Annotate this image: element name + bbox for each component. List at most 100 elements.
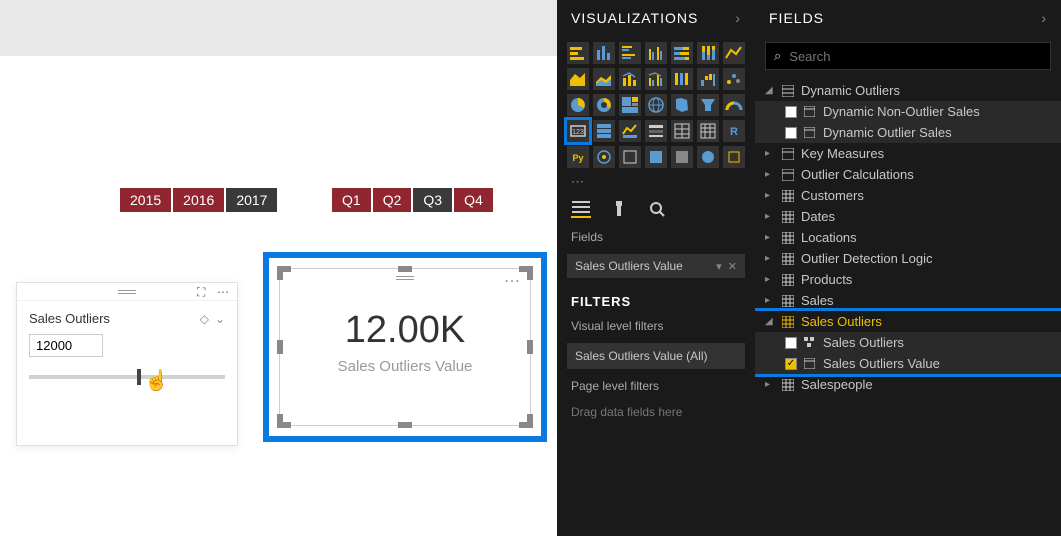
field-label: Sales Outliers Value — [823, 356, 940, 371]
table-grid-icon — [781, 315, 795, 329]
chevron-down-icon[interactable]: ⌄ — [215, 312, 225, 326]
table-salespeople[interactable]: ▸ Salespeople — [755, 374, 1061, 395]
stacked-area-icon[interactable] — [593, 68, 615, 90]
more-options-icon[interactable]: ⋯ — [504, 271, 522, 291]
caret-right-icon: ▸ — [765, 169, 775, 180]
focus-mode-icon[interactable]: ⛶ — [197, 285, 211, 297]
caret-down-icon: ◢ — [765, 316, 775, 327]
table-sales[interactable]: ▸ Sales — [755, 290, 1061, 311]
field-well-item[interactable]: Sales Outliers Value ▾ ✕ — [567, 254, 745, 278]
slider-thumb[interactable] — [137, 369, 141, 385]
pie-chart-icon[interactable] — [567, 94, 589, 116]
quarter-slicer: Q1 Q2 Q3 Q4 — [332, 188, 493, 212]
field-dynamic-non-outlier-sales[interactable]: Dynamic Non-Outlier Sales — [755, 101, 1061, 122]
fields-search[interactable]: ⌕ — [765, 42, 1051, 70]
table-outlier-detection-logic[interactable]: ▸ Outlier Detection Logic — [755, 248, 1061, 269]
year-btn-2016[interactable]: 2016 — [173, 188, 224, 212]
slicer-icon[interactable] — [645, 120, 667, 142]
area-chart-icon[interactable] — [567, 68, 589, 90]
chevron-down-icon[interactable]: ▾ — [716, 260, 722, 273]
chevron-right-icon[interactable]: › — [1041, 10, 1047, 26]
custom-visual-5-icon[interactable] — [723, 146, 745, 168]
checkbox[interactable] — [785, 106, 797, 118]
slicer-visual[interactable]: ⛶ ⋯ Sales Outliers ◇ ⌄ — [16, 282, 238, 446]
custom-visual-1-icon[interactable] — [619, 146, 641, 168]
year-btn-2015[interactable]: 2015 — [120, 188, 171, 212]
search-input[interactable] — [789, 49, 1042, 64]
eraser-icon[interactable]: ◇ — [200, 312, 209, 326]
table-label: Dates — [801, 209, 835, 224]
format-tab[interactable] — [609, 200, 629, 218]
line-stacked-icon[interactable] — [619, 68, 641, 90]
slicer-slider[interactable] — [29, 375, 225, 379]
search-icon: ⌕ — [774, 48, 781, 64]
q-btn-q4[interactable]: Q4 — [454, 188, 493, 212]
table-products[interactable]: ▸ Products — [755, 269, 1061, 290]
year-btn-2017[interactable]: 2017 — [226, 188, 277, 212]
table-dates[interactable]: ▸ Dates — [755, 206, 1061, 227]
table-locations[interactable]: ▸ Locations — [755, 227, 1061, 248]
caret-right-icon: ▸ — [765, 274, 775, 285]
gauge-icon[interactable] — [723, 94, 745, 116]
table-key-measures[interactable]: ▸ Key Measures — [755, 143, 1061, 164]
table-customers[interactable]: ▸ Customers — [755, 185, 1061, 206]
report-canvas[interactable]: 2015 2016 2017 Q1 Q2 Q3 Q4 ⛶ ⋯ Sales Out… — [0, 0, 557, 536]
kpi-icon[interactable] — [619, 120, 641, 142]
clustered-bar-icon[interactable] — [619, 42, 641, 64]
clustered-column-icon[interactable] — [645, 42, 667, 64]
funnel-icon[interactable] — [697, 94, 719, 116]
filled-map-icon[interactable] — [671, 94, 693, 116]
checkbox[interactable] — [785, 337, 797, 349]
line-chart-icon[interactable] — [723, 42, 745, 64]
remove-icon[interactable]: ✕ — [728, 260, 737, 273]
stacked-column-icon[interactable] — [593, 42, 615, 64]
q-btn-q1[interactable]: Q1 — [332, 188, 371, 212]
more-options-icon[interactable]: ⋯ — [217, 285, 231, 297]
custom-visual-3-icon[interactable] — [671, 146, 693, 168]
table-grid-icon — [781, 189, 795, 203]
table-dynamic-outliers[interactable]: ◢ Dynamic Outliers — [755, 80, 1061, 101]
custom-visual-4-icon[interactable] — [697, 146, 719, 168]
py-visual-icon[interactable]: Py — [567, 146, 589, 168]
r-visual-icon[interactable]: R — [723, 120, 745, 142]
table-outlier-calculations[interactable]: ▸ Outlier Calculations — [755, 164, 1061, 185]
ribbon-chart-icon[interactable] — [671, 68, 693, 90]
table-icon — [781, 84, 795, 98]
q-btn-q3[interactable]: Q3 — [413, 188, 452, 212]
caret-right-icon: ▸ — [765, 211, 775, 222]
analytics-tab[interactable] — [647, 200, 667, 218]
field-sales-outliers-value[interactable]: ✓ Sales Outliers Value — [755, 353, 1061, 374]
custom-visual-2-icon[interactable] — [645, 146, 667, 168]
field-dynamic-outlier-sales[interactable]: Dynamic Outlier Sales — [755, 122, 1061, 143]
grip-icon[interactable] — [396, 276, 414, 280]
hundred-bar-icon[interactable] — [671, 42, 693, 64]
map-icon[interactable] — [645, 94, 667, 116]
line-clustered-icon[interactable] — [645, 68, 667, 90]
caret-right-icon: ▸ — [765, 379, 775, 390]
waterfall-icon[interactable] — [697, 68, 719, 90]
scatter-icon[interactable] — [723, 68, 745, 90]
fields-tab[interactable] — [571, 200, 591, 218]
q-btn-q2[interactable]: Q2 — [373, 188, 412, 212]
table-sales-outliers[interactable]: ◢ Sales Outliers — [755, 311, 1061, 332]
treemap-icon[interactable] — [619, 94, 641, 116]
table-icon[interactable] — [671, 120, 693, 142]
card-visual[interactable]: ⋯ 12.00K Sales Outliers Value — [279, 268, 531, 426]
checkbox[interactable] — [785, 127, 797, 139]
filter-item[interactable]: Sales Outliers Value (All) — [567, 343, 745, 369]
card-header: ⋯ — [280, 269, 530, 287]
well-item-label: Sales Outliers Value — [575, 259, 683, 273]
grip-icon[interactable] — [118, 290, 136, 294]
matrix-icon[interactable] — [697, 120, 719, 142]
multi-row-card-icon[interactable] — [593, 120, 615, 142]
donut-chart-icon[interactable] — [593, 94, 615, 116]
import-visual-icon[interactable]: ⋯ — [557, 174, 755, 190]
arcgis-icon[interactable] — [593, 146, 615, 168]
checkbox-checked[interactable]: ✓ — [785, 358, 797, 370]
card-visual-icon[interactable]: 123 — [567, 120, 589, 142]
slicer-value-input[interactable] — [29, 334, 103, 357]
chevron-right-icon[interactable]: › — [735, 10, 741, 26]
hundred-column-icon[interactable] — [697, 42, 719, 64]
field-sales-outliers[interactable]: Sales Outliers — [755, 332, 1061, 353]
stacked-bar-icon[interactable] — [567, 42, 589, 64]
